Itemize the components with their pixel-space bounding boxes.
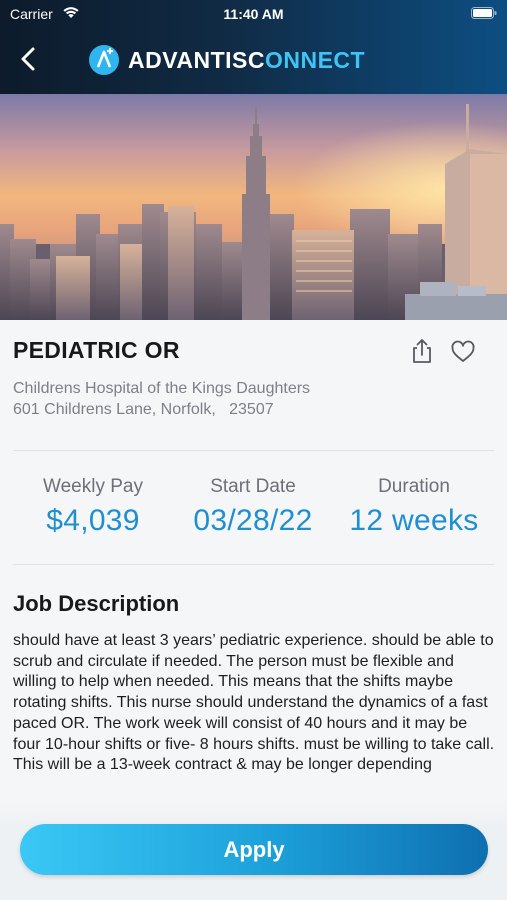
facility-info: Childrens Hospital of the Kings Daughter…	[13, 378, 310, 420]
app-header: Carrier 11:40 AM ADVANTISCONNECT	[0, 0, 507, 94]
stat-duration: Duration 12 weeks	[334, 476, 494, 538]
logo-icon	[89, 45, 119, 75]
stat-label: Duration	[378, 476, 450, 497]
battery-icon	[471, 7, 497, 19]
back-button[interactable]	[14, 44, 44, 74]
stat-label: Start Date	[210, 476, 296, 497]
divider	[13, 450, 494, 451]
stat-value: 12 weeks	[349, 504, 479, 537]
job-description-body: should have at least 3 years’ pediatric …	[13, 632, 495, 774]
hero-city-image	[0, 94, 507, 320]
job-title: PEDIATRIC OR	[13, 337, 180, 363]
stat-label: Weekly Pay	[43, 476, 143, 497]
apply-footer: Apply	[0, 797, 507, 900]
facility-name: Childrens Hospital of the Kings Daughter…	[13, 380, 311, 397]
logo-wordmark: ADVANTISCONNECT	[128, 47, 365, 74]
stat-weekly-pay: Weekly Pay $4,039	[13, 476, 173, 538]
app-logo: ADVANTISCONNECT	[88, 43, 365, 77]
facility-address: 601 Childrens Lane, Norfolk, 23507	[13, 401, 274, 418]
status-time: 11:40 AM	[223, 6, 284, 22]
stat-value: 03/28/22	[193, 504, 313, 537]
job-description-heading: Job Description	[13, 591, 180, 616]
status-bar: Carrier 11:40 AM	[0, 0, 507, 28]
logo-text-accent: NNECT	[283, 46, 366, 73]
stat-value: $4,039	[46, 504, 140, 537]
divider	[13, 564, 494, 565]
apply-button[interactable]: Apply	[20, 824, 488, 875]
heart-icon[interactable]	[450, 340, 476, 364]
stat-start-date: Start Date 03/28/22	[173, 476, 333, 538]
share-icon[interactable]	[410, 338, 434, 364]
logo-text-primary: ADVANTISC	[128, 46, 265, 73]
logo-text-o: O	[264, 46, 284, 73]
